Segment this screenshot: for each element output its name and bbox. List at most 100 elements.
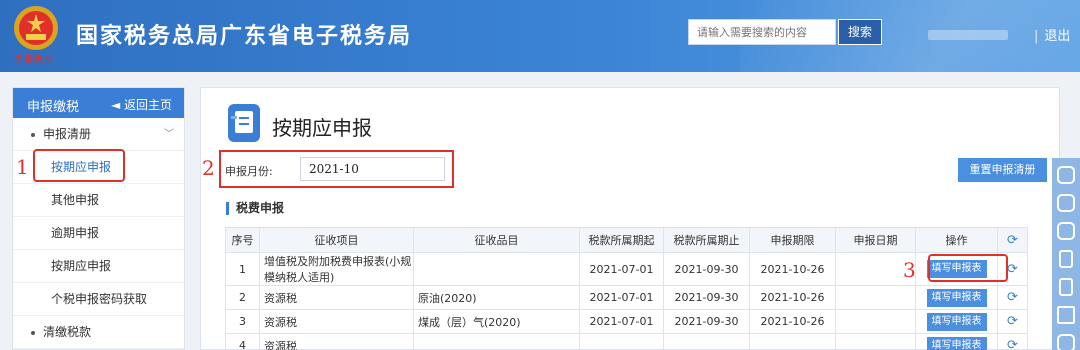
cell-no: 2 [225, 285, 260, 310]
cell-no: 1 [225, 252, 260, 286]
cell-date [835, 285, 916, 310]
search-button[interactable]: 搜索 [838, 19, 882, 45]
bullet-icon [31, 331, 35, 335]
cell-no: 3 [225, 309, 260, 334]
sidebar-title: 申报缴税 [27, 100, 80, 115]
sidebar-group-pay-taxes[interactable]: 清缴税款 [13, 316, 184, 349]
weibo-icon[interactable] [1057, 222, 1075, 240]
annotation-number-3: 3 [903, 258, 916, 282]
cell-end: 2021-09-30 [663, 285, 750, 310]
cell-sub: 煤成（层）气(2020) [413, 309, 580, 334]
reset-filing-list-button[interactable]: 重置申报清册 [958, 158, 1047, 182]
cell-deadline [749, 333, 836, 350]
sidebar-item-label: 逾期申报 [51, 226, 100, 240]
mobile-icon[interactable] [1059, 250, 1073, 268]
cell-start [579, 333, 664, 350]
filing-document-icon [228, 104, 260, 142]
logout-label[interactable]: 退出 [1044, 29, 1070, 44]
fill-form-button[interactable]: 填写申报表 [926, 312, 987, 331]
back-arrow-icon: ◄ [110, 98, 124, 112]
annotation-number-1: 1 [16, 155, 29, 179]
tablet-icon[interactable] [1059, 278, 1073, 296]
cell-start: 2021-07-01 [579, 309, 664, 334]
cell-action: 填写申报表 [915, 285, 998, 310]
floating-toolbar [1052, 158, 1080, 350]
annotation-box-1 [33, 149, 125, 182]
table-header-row: 序号 征收项目 征收品目 税款所属期起 税款所属期止 申报期限 申报日期 操作 … [225, 227, 1028, 253]
cell-no: 4 [225, 333, 260, 350]
cell-end: 2021-09-30 [663, 252, 750, 286]
column-header: 征收项目 [259, 227, 414, 253]
sidebar-group-filing-list[interactable]: 申报清册 ﹀ [13, 118, 184, 151]
sidebar-item-label: 清缴税款 [43, 325, 92, 339]
cell-action: 填写申报表 [915, 333, 998, 350]
logout-link[interactable]: | 退出 [1034, 25, 1070, 44]
filing-table: 序号 征收项目 征收品目 税款所属期起 税款所属期止 申报期限 申报日期 操作 … [225, 227, 1028, 350]
cell-item: 资源税 [259, 333, 414, 350]
wechat-icon[interactable] [1057, 194, 1075, 212]
column-header: 操作 [915, 227, 998, 253]
sidebar-item-label: 个税申报密码获取 [51, 292, 148, 306]
edit-icon[interactable] [1057, 306, 1075, 324]
cell-sub [413, 333, 580, 350]
sidebar: 申报缴税 ◄ 返回主页 申报清册 ﹀ 按期应申报 其他申报 逾期申报 按期应申报 … [12, 87, 185, 350]
sidebar-item-other-filing[interactable]: 其他申报 [13, 184, 184, 217]
sidebar-item-periodic-filing-2[interactable]: 按期应申报 [13, 250, 184, 283]
annotation-box-3 [928, 254, 1008, 282]
fill-form-button[interactable]: 填写申报表 [926, 336, 987, 350]
user-name-blurred [928, 30, 1008, 40]
cell-deadline: 2021-10-26 [749, 285, 836, 310]
column-header: 序号 [225, 227, 260, 253]
sidebar-item-label: 其他申报 [51, 193, 100, 207]
refresh-icon[interactable]: ⟳ [1007, 233, 1018, 248]
column-header: 申报期限 [749, 227, 836, 253]
cell-refresh: ⟳ [997, 333, 1028, 350]
cell-start: 2021-07-01 [579, 285, 664, 310]
search-input[interactable] [688, 19, 836, 45]
cell-action: 填写申报表 [915, 309, 998, 334]
refresh-icon[interactable]: ⟳ [1007, 290, 1018, 305]
cell-start: 2021-07-01 [579, 252, 664, 286]
separator: | [1034, 29, 1039, 44]
sidebar-item-iit-password[interactable]: 个税申报密码获取 [13, 283, 184, 316]
sidebar-header: 申报缴税 ◄ 返回主页 [13, 88, 184, 118]
national-emblem-icon [14, 6, 58, 50]
cell-refresh: ⟳ [997, 285, 1028, 310]
refresh-icon[interactable]: ⟳ [1007, 262, 1018, 277]
fill-form-button[interactable]: 填写申报表 [926, 288, 987, 307]
top-banner: 中国税务 国家税务总局广东省电子税务局 搜索 | 退出 [0, 0, 1080, 72]
cell-item: 增值税及附加税费申报表(小规模纳税人适用) [259, 252, 414, 286]
back-home-label[interactable]: 返回主页 [124, 98, 172, 112]
refresh-icon[interactable]: ⟳ [1007, 338, 1018, 350]
back-home-link[interactable]: ◄ 返回主页 [111, 96, 172, 113]
column-header: 税款所属期起 [579, 227, 664, 253]
site-title: 国家税务总局广东省电子税务局 [76, 24, 413, 49]
chevron-down-icon[interactable]: ﹀ [164, 118, 174, 151]
section-title: 税费申报 [226, 202, 284, 215]
month-label: 申报月份: [225, 165, 273, 178]
cell-item: 资源税 [259, 309, 414, 334]
sidebar-item-label: 申报清册 [43, 127, 92, 141]
cell-date [835, 309, 916, 334]
column-header-refresh: ⟳ [997, 227, 1028, 253]
chat-icon[interactable] [1057, 166, 1075, 184]
table-row: 3 资源税 煤成（层）气(2020) 2021-07-01 2021-09-30… [225, 309, 1028, 334]
cell-sub [413, 252, 580, 286]
month-field[interactable]: 2021-10 [300, 157, 445, 181]
column-header: 申报日期 [835, 227, 916, 253]
column-header: 税款所属期止 [663, 227, 750, 253]
top-icon[interactable] [1057, 334, 1075, 350]
cell-item: 资源税 [259, 285, 414, 310]
cell-deadline: 2021-10-26 [749, 309, 836, 334]
refresh-icon[interactable]: ⟳ [1007, 314, 1018, 329]
annotation-number-2: 2 [202, 156, 215, 180]
column-header: 征收品目 [413, 227, 580, 253]
cell-refresh: ⟳ [997, 309, 1028, 334]
cell-sub: 原油(2020) [413, 285, 580, 310]
sidebar-item-label: 按期应申报 [51, 259, 112, 273]
cell-end [663, 333, 750, 350]
sidebar-item-overdue-filing[interactable]: 逾期申报 [13, 217, 184, 250]
page-title: 按期应申报 [272, 116, 372, 140]
cell-end: 2021-09-30 [663, 309, 750, 334]
cell-deadline: 2021-10-26 [749, 252, 836, 286]
